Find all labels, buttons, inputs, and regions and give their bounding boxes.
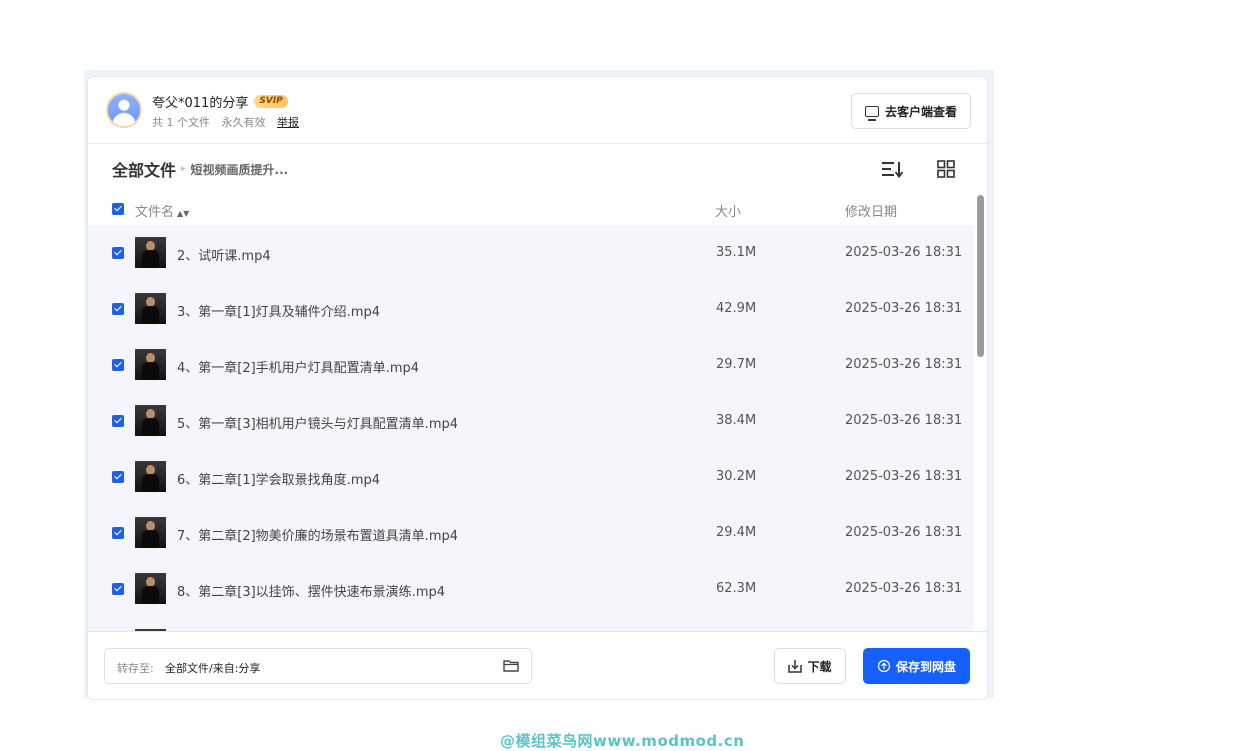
cloud-upload-icon bbox=[877, 659, 891, 673]
action-footer: 转存至: 全部文件/来自:分享 下载 保存到网盘 bbox=[88, 631, 987, 699]
file-date: 2025-03-26 18:31 bbox=[845, 357, 963, 372]
file-name[interactable]: 4、第一章[2]手机用户灯具配置清单.mp4 bbox=[177, 357, 419, 376]
table-row[interactable]: 5、第一章[3]相机用户镜头与灯具配置清单.mp4 38.4M 2025-03-… bbox=[88, 393, 974, 449]
validity: 永久有效 bbox=[221, 116, 266, 129]
watermark: @模组菜鸟网www.modmod.cn bbox=[500, 732, 745, 750]
video-thumbnail bbox=[135, 573, 166, 604]
download-icon bbox=[788, 660, 803, 673]
row-checkbox[interactable] bbox=[112, 303, 124, 315]
file-name[interactable]: 8、第二章[3]以挂饰、摆件快速布景演练.mp4 bbox=[177, 581, 445, 600]
file-name[interactable]: 6、第二章[1]学会取景找角度.mp4 bbox=[177, 469, 380, 488]
column-name[interactable]: 文件名 ▲▼ bbox=[135, 201, 189, 220]
table-row[interactable]: 3、第一章[1]灯具及辅件介绍.mp4 42.9M 2025-03-26 18:… bbox=[88, 281, 974, 337]
sort-icon[interactable] bbox=[881, 160, 903, 178]
file-size: 30.2M bbox=[716, 469, 757, 484]
file-name[interactable]: 2、试听课.mp4 bbox=[177, 245, 271, 264]
open-in-client-button[interactable]: 去客户端查看 bbox=[851, 93, 971, 129]
report-link[interactable]: 举报 bbox=[277, 116, 299, 129]
file-date: 2025-03-26 18:31 bbox=[845, 301, 963, 316]
open-in-client-label: 去客户端查看 bbox=[884, 104, 957, 119]
share-meta: 共 1 个文件 永久有效 举报 bbox=[152, 114, 307, 130]
file-size: 38.4M bbox=[716, 413, 757, 428]
chevron-right-icon: ▸ bbox=[181, 164, 186, 174]
file-size: 35.1M bbox=[716, 245, 757, 260]
download-button[interactable]: 下载 bbox=[774, 648, 846, 684]
row-checkbox[interactable] bbox=[112, 359, 124, 371]
download-label: 下载 bbox=[807, 659, 832, 674]
file-size: 62.3M bbox=[716, 581, 757, 596]
file-size: 29.7M bbox=[716, 357, 757, 372]
column-header: 文件名 ▲▼ 大小 修改日期 bbox=[88, 199, 987, 221]
row-checkbox[interactable] bbox=[112, 583, 124, 595]
row-checkbox[interactable] bbox=[112, 471, 124, 483]
scrollbar[interactable] bbox=[974, 193, 987, 631]
save-to-cloud-label: 保存到网盘 bbox=[895, 659, 956, 674]
grid-view-icon[interactable] bbox=[937, 160, 955, 178]
file-date: 2025-03-26 18:31 bbox=[845, 469, 963, 484]
scrollbar-thumb[interactable] bbox=[977, 195, 984, 357]
sharer-name: 夸父*011的分享 bbox=[152, 96, 249, 111]
table-row[interactable]: 4、第一章[2]手机用户灯具配置清单.mp4 29.7M 2025-03-26 … bbox=[88, 337, 974, 393]
video-thumbnail bbox=[135, 293, 166, 324]
sort-arrows-icon: ▲▼ bbox=[177, 209, 190, 218]
select-all-checkbox[interactable] bbox=[112, 203, 124, 215]
file-list: 2、试听课.mp4 35.1M 2025-03-26 18:31 3、第一章[1… bbox=[88, 225, 974, 631]
monitor-icon bbox=[864, 105, 879, 121]
column-size: 大小 bbox=[715, 205, 742, 220]
destination-label: 转存至: bbox=[117, 662, 154, 675]
column-date: 修改日期 bbox=[845, 205, 898, 220]
svip-badge: SVIP bbox=[254, 95, 288, 108]
video-thumbnail bbox=[135, 237, 166, 268]
file-count: 共 1 个文件 bbox=[152, 116, 210, 129]
breadcrumb: 全部文件 ▸ 短视频画质提升... bbox=[112, 157, 288, 181]
file-name[interactable]: 3、第一章[1]灯具及辅件介绍.mp4 bbox=[177, 301, 380, 320]
file-size: 42.9M bbox=[716, 301, 757, 316]
row-checkbox[interactable] bbox=[112, 247, 124, 259]
file-date: 2025-03-26 18:31 bbox=[845, 581, 963, 596]
table-row[interactable]: 6、第二章[1]学会取景找角度.mp4 30.2M 2025-03-26 18:… bbox=[88, 449, 974, 505]
table-row[interactable]: 8、第二章[3]以挂饰、摆件快速布景演练.mp4 62.3M 2025-03-2… bbox=[88, 561, 974, 617]
share-header: 夸父*011的分享 SVIP 共 1 个文件 永久有效 举报 去客户端查看 bbox=[88, 77, 987, 144]
video-thumbnail bbox=[135, 461, 166, 492]
row-checkbox[interactable] bbox=[112, 527, 124, 539]
breadcrumb-root[interactable]: 全部文件 bbox=[112, 157, 176, 181]
sharer-title: 夸父*011的分享 SVIP bbox=[152, 92, 288, 111]
video-thumbnail bbox=[135, 405, 166, 436]
table-row[interactable]: 2、试听课.mp4 35.1M 2025-03-26 18:31 bbox=[88, 225, 974, 281]
share-panel: 夸父*011的分享 SVIP 共 1 个文件 永久有效 举报 去客户端查看 全部… bbox=[87, 76, 988, 700]
file-date: 2025-03-26 18:31 bbox=[845, 413, 963, 428]
destination-value: 全部文件/来自:分享 bbox=[165, 662, 261, 675]
file-date: 2025-03-26 18:31 bbox=[845, 525, 963, 540]
file-name[interactable]: 5、第一章[3]相机用户镜头与灯具配置清单.mp4 bbox=[177, 413, 458, 432]
save-destination-field[interactable]: 转存至: 全部文件/来自:分享 bbox=[104, 648, 532, 684]
file-date: 2025-03-26 18:31 bbox=[845, 245, 963, 260]
video-thumbnail bbox=[135, 349, 166, 380]
file-name[interactable]: 7、第二章[2]物美价廉的场景布置道具清单.mp4 bbox=[177, 525, 458, 544]
avatar bbox=[106, 92, 142, 128]
breadcrumb-current: 短视频画质提升... bbox=[190, 162, 289, 177]
table-row[interactable]: 7、第二章[2]物美价廉的场景布置道具清单.mp4 29.4M 2025-03-… bbox=[88, 505, 974, 561]
file-size: 29.4M bbox=[716, 525, 757, 540]
save-to-cloud-button[interactable]: 保存到网盘 bbox=[863, 648, 970, 684]
video-thumbnail bbox=[135, 517, 166, 548]
row-checkbox[interactable] bbox=[112, 415, 124, 427]
table-row-partial bbox=[88, 617, 974, 631]
column-name-label: 文件名 bbox=[135, 205, 175, 220]
folder-icon[interactable] bbox=[503, 659, 519, 672]
